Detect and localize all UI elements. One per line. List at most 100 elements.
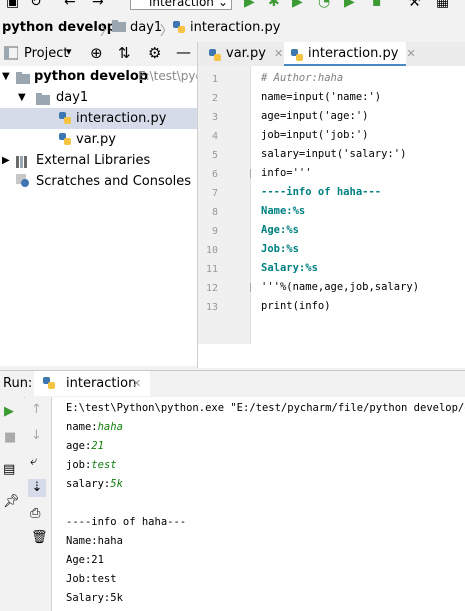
pin-icon[interactable]: 📌︎ [3,495,20,509]
tree-item-path: E:\test\pyc [138,69,198,83]
tree-item-project[interactable]: ▼ python develop E:\test\pyc [0,66,198,87]
console-line: Name:haha [66,535,123,547]
breadcrumb: python develop 〉 day1 〉 interaction.py [0,14,465,43]
run-toolbar-left: ▶ ■ ▤ 📌︎ [0,397,24,611]
structure-icon[interactable]: ▦ [436,0,449,10]
crosshair-icon[interactable]: ⊕ [90,44,103,62]
save-icon[interactable]: ▣ [6,0,19,10]
sync-icon[interactable]: ↻ [30,0,42,10]
collapse-icon[interactable]: ⇅ [118,44,131,62]
line-number-gutter: 1 2 3 4 5 6 7 8 9 10 11 12 13 [198,66,257,344]
code-line: job=input('job:') [261,129,369,141]
soft-wrap-icon[interactable]: ⤶ [30,455,37,469]
line-number: 1 [211,74,218,85]
line-number: 11 [205,264,218,275]
scroll-to-end-icon[interactable]: ⇣ [28,479,46,497]
print-icon[interactable]: ⎙ [30,507,40,521]
rerun-icon[interactable]: ▶ [4,405,14,419]
code-line: Job:%s [261,243,299,255]
code-line: age=input('age:') [261,110,369,122]
console-line: job:test [66,456,117,474]
tree-item-file-selected[interactable]: interaction.py [0,108,198,129]
tree-item-label: python develop [34,69,149,84]
editor-tab-bar: var.py ✕ interaction.py ✕ [198,42,465,67]
breadcrumb-folder[interactable]: day1 [130,20,162,35]
line-number: 4 [211,131,218,142]
console-input: test [91,459,117,471]
console-line: ----info of haha--- [66,516,187,528]
coverage-icon[interactable]: ▶ [292,0,303,10]
line-number: 10 [205,245,218,256]
editor-empty-area[interactable] [198,344,465,368]
close-icon[interactable]: ✕ [274,47,283,60]
main-toolbar: ▣ ↻ ← → interaction ⌄ ▶ ✱ ▶ ◔ ▶ ▪ ⚒ ▦ [0,0,465,12]
tab-run-interaction[interactable]: interaction ✕ [34,371,150,396]
console-line: E:\test\Python\python.exe "E:/test/pycha… [66,402,465,414]
profile-icon[interactable]: ◔ [318,0,330,10]
console-line: name:haha [66,418,123,436]
line-number: 8 [211,207,218,218]
tree-item-folder[interactable]: ▼ day1 [0,87,198,108]
tree-item-label: Scratches and Consoles [36,174,192,189]
console-input: haha [97,421,123,433]
run-config-select[interactable]: interaction ⌄ [130,0,232,10]
close-icon[interactable]: ✕ [132,377,141,390]
tab-label: interaction.py [308,46,399,61]
layout-icon[interactable]: ▤ [3,463,15,477]
python-file-icon [172,20,186,38]
console-prompt: job: [66,459,92,471]
console-prompt: salary: [66,478,111,490]
project-view-select[interactable]: Project [24,46,68,61]
tree-item-label: interaction.py [76,111,167,126]
code-line: name=input('name:') [261,91,382,103]
code-line: # Author:haha [261,72,344,84]
code-line: print(info) [261,300,331,312]
console-line: Age:21 [66,554,104,566]
tree-item-scratches[interactable]: Scratches and Consoles [0,171,198,192]
tab-var-py[interactable]: var.py ✕ [202,42,288,66]
run-console[interactable]: E:\test\Python\python.exe "E:/test/pycha… [52,397,465,611]
chevron-down-icon[interactable]: ▼ [18,87,26,108]
line-number: 13 [205,302,218,313]
console-input: 5k [110,478,123,490]
line-number: 9 [211,226,218,237]
stop-icon[interactable]: ▪ [372,0,382,10]
trash-icon[interactable]: 🗑︎ [31,531,48,545]
gear-icon[interactable]: ⚙ [148,44,161,62]
run-toolbar-right: ↑ ↓ ⤶ ⇣ ⎙ 🗑︎ [25,397,52,611]
console-prompt: age: [66,440,92,452]
code-line: salary=input('salary:') [261,148,407,160]
line-number: 6 [211,169,218,180]
breadcrumb-project[interactable]: python develop [2,20,116,35]
back-icon[interactable]: ← [64,0,76,10]
breadcrumb-file[interactable]: interaction.py [190,20,280,35]
tree-item-label: External Libraries [36,153,151,168]
dropdown-arrow-icon[interactable]: ▾ [66,45,72,58]
tab-interaction-py[interactable]: interaction.py ✕ [284,42,416,66]
tab-label: var.py [226,46,266,61]
line-number: 7 [211,188,218,199]
debug-icon[interactable]: ✱ [268,0,280,10]
run-panel-label: Run: [3,376,33,391]
forward-icon[interactable]: → [92,0,104,10]
wrench-icon[interactable]: ⚒ [408,0,421,10]
code-line: Name:%s [261,205,306,217]
code-editor[interactable]: # Author:haha name=input('name:') age=in… [251,66,465,344]
stop-icon[interactable]: ■ [4,431,16,445]
python-file-icon [42,376,56,394]
concurrency-icon[interactable]: ▶ [344,0,355,10]
arrow-up-icon[interactable]: ↑ [31,403,42,417]
run-icon[interactable]: ▶ [244,0,255,10]
chevron-right-icon[interactable]: ▶ [2,150,10,171]
console-input: 21 [91,440,104,452]
minimize-icon[interactable]: — [176,43,191,61]
close-icon[interactable]: ✕ [407,47,416,60]
arrow-down-icon[interactable]: ↓ [31,429,42,443]
line-number: 3 [211,112,218,123]
code-line: Salary:%s [261,262,318,274]
chevron-down-icon[interactable]: ▼ [2,66,10,87]
tree-item-external-libraries[interactable]: ▶ External Libraries [0,150,198,171]
tree-item-file[interactable]: var.py [0,129,198,150]
tree-item-label: var.py [76,132,116,147]
chevron-down-icon: ⌄ [217,0,228,9]
